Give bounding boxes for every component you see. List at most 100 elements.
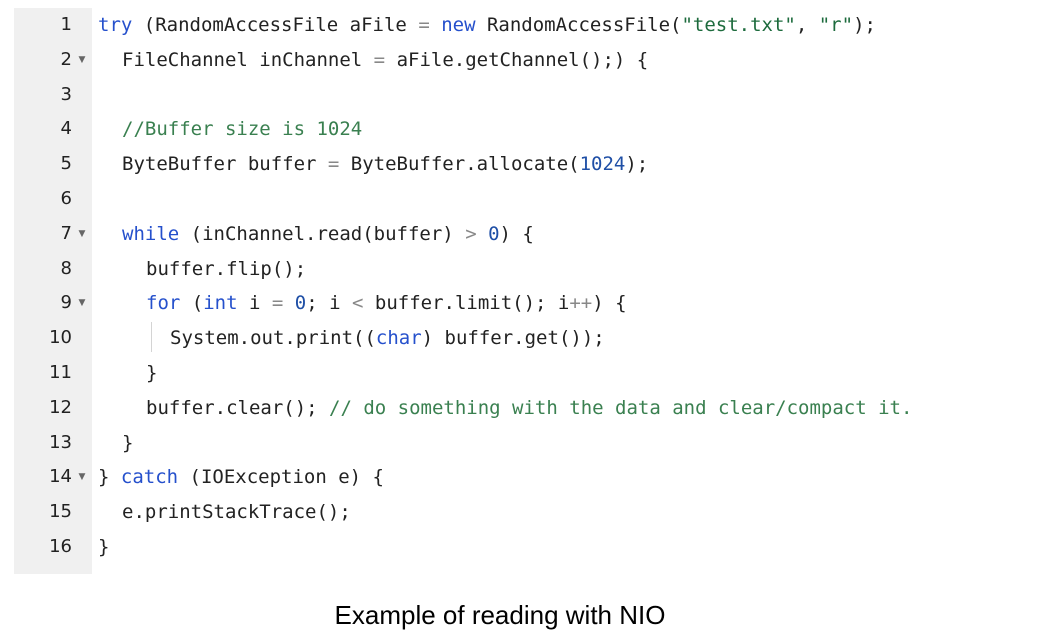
- code-text: buffer.flip();: [146, 252, 306, 287]
- code-text: }: [98, 530, 109, 565]
- code-line: 4 //Buffer size is 1024: [14, 112, 1024, 147]
- code-token: aFile.getChannel();) {: [385, 48, 649, 71]
- code-line: 2 ▼ FileChannel inChannel = aFile.getChann…: [14, 43, 1024, 78]
- code-token: "r": [818, 14, 854, 36]
- code-token: 0: [294, 292, 307, 315]
- code-text: try (RandomAccessFile aFile = new Random…: [98, 8, 876, 43]
- indent-guide: [151, 322, 152, 352]
- code-text: FileChannel inChannel = aFile.getChannel…: [122, 43, 648, 78]
- code-text: buffer.clear(); // do something with the…: [146, 391, 912, 426]
- code-token: System.out.print((: [170, 327, 376, 350]
- line-number: 4: [60, 118, 72, 140]
- code-token: }: [98, 466, 121, 489]
- line-number: 8: [60, 257, 72, 279]
- code-line: 13}: [14, 426, 1024, 461]
- code-line: 10 System.out.print((char) buffer.get());: [14, 321, 1024, 356]
- code-token: ByteBuffer.allocate(: [339, 153, 580, 176]
- chevron-down-icon[interactable]: ▼: [75, 43, 89, 78]
- code-token: buffer.clear();: [146, 396, 330, 419]
- code-token: e.printStackTrace();: [122, 501, 351, 524]
- code-token: //Buffer size is 1024: [122, 118, 363, 141]
- code-token: ; i: [306, 292, 352, 315]
- code-token: (IOException e) {: [178, 466, 384, 489]
- code-token: ) buffer.get());: [421, 327, 605, 350]
- code-text: e.printStackTrace();: [122, 495, 351, 530]
- code-text: System.out.print((char) buffer.get());: [170, 321, 605, 356]
- code-line: 11}: [14, 356, 1024, 391]
- code-token: FileChannel inChannel: [122, 48, 374, 71]
- code-token: ++: [569, 292, 593, 315]
- code-line: 15 e.printStackTrace();: [14, 495, 1024, 530]
- figure-caption: Example of reading with NIO: [334, 600, 666, 630]
- line-number: 13: [49, 431, 72, 453]
- code-token: char: [375, 327, 422, 350]
- code-text: while (inChannel.read(buffer) > 0) {: [122, 217, 534, 252]
- line-number: 16: [49, 535, 72, 557]
- code-line: 3: [14, 78, 1024, 113]
- code-token: =: [373, 48, 386, 71]
- code-token: ByteBuffer buffer: [122, 153, 328, 176]
- code-line: 6: [14, 182, 1024, 217]
- code-token: >: [465, 222, 477, 245]
- code-token: for: [146, 292, 181, 315]
- code-text: } catch (IOException e) {: [98, 460, 384, 495]
- line-number: 3: [60, 83, 72, 105]
- code-token: buffer.limit(); i: [363, 292, 570, 315]
- code-token: try: [98, 14, 133, 36]
- code-token: =: [418, 14, 430, 36]
- code-token: }: [146, 361, 158, 384]
- code-token: ,: [795, 14, 819, 36]
- code-token: (RandomAccessFile aFile: [132, 14, 419, 36]
- code-token: (inChannel.read(buffer): [179, 222, 466, 245]
- line-number: 10: [49, 327, 72, 349]
- code-token: );: [853, 14, 876, 36]
- code-line: 9 ▼ for (int i = 0; i < buffer.limit(); i+…: [14, 286, 1024, 321]
- code-token: <: [352, 292, 364, 315]
- code-token: (: [180, 292, 204, 315]
- code-token: buffer.flip();: [146, 257, 307, 280]
- line-number: 9: [60, 292, 72, 314]
- line-number: 1: [60, 14, 72, 35]
- code-line: 16}: [14, 530, 1024, 565]
- line-number: 7: [60, 222, 72, 244]
- code-token: int: [203, 292, 238, 315]
- code-line: 8 buffer.flip();: [14, 252, 1024, 287]
- line-number: 6: [60, 187, 72, 209]
- code-text: ByteBuffer buffer = ByteBuffer.allocate(…: [122, 147, 648, 182]
- code-token: =: [327, 153, 340, 176]
- code-token: }: [122, 431, 134, 454]
- code-token: 0: [488, 222, 500, 245]
- code-text: //Buffer size is 1024: [122, 112, 362, 147]
- chevron-down-icon[interactable]: ▼: [75, 217, 89, 252]
- code-text: for (int i = 0; i < buffer.limit(); i++)…: [146, 286, 627, 321]
- line-number: 12: [49, 396, 72, 418]
- chevron-down-icon[interactable]: ▼: [75, 286, 89, 321]
- code-token: =: [271, 292, 284, 315]
- code-editor[interactable]: 1 try (RandomAccessFile aFile = new Rando…: [14, 8, 1024, 574]
- code-line: 1 try (RandomAccessFile aFile = new Rando…: [14, 8, 1024, 43]
- chevron-down-icon[interactable]: ▼: [75, 460, 89, 495]
- code-token: 1024: [579, 153, 626, 176]
- code-token: ) {: [592, 292, 627, 315]
- code-token: i: [237, 292, 272, 315]
- code-token: catch: [120, 466, 179, 489]
- code-lines: 1 try (RandomAccessFile aFile = new Rando…: [14, 8, 1024, 565]
- code-text: }: [146, 356, 157, 391]
- line-number: 5: [60, 153, 72, 175]
- code-token: ) {: [499, 222, 534, 245]
- code-line: 7 ▼ while (inChannel.read(buffer) > 0) {: [14, 217, 1024, 252]
- code-token: }: [98, 535, 110, 558]
- line-number: 11: [49, 361, 72, 383]
- code-token: );: [625, 153, 649, 176]
- code-token: "test.txt": [681, 14, 796, 36]
- line-number: 14: [49, 466, 72, 488]
- code-line: 14 ▼} catch (IOException e) {: [14, 460, 1024, 495]
- code-token: while: [122, 222, 180, 245]
- code-text: }: [122, 426, 133, 461]
- code-token: new: [441, 14, 476, 36]
- code-token: // do something with the data and clear/…: [329, 396, 913, 419]
- code-token: RandomAccessFile(: [475, 14, 682, 36]
